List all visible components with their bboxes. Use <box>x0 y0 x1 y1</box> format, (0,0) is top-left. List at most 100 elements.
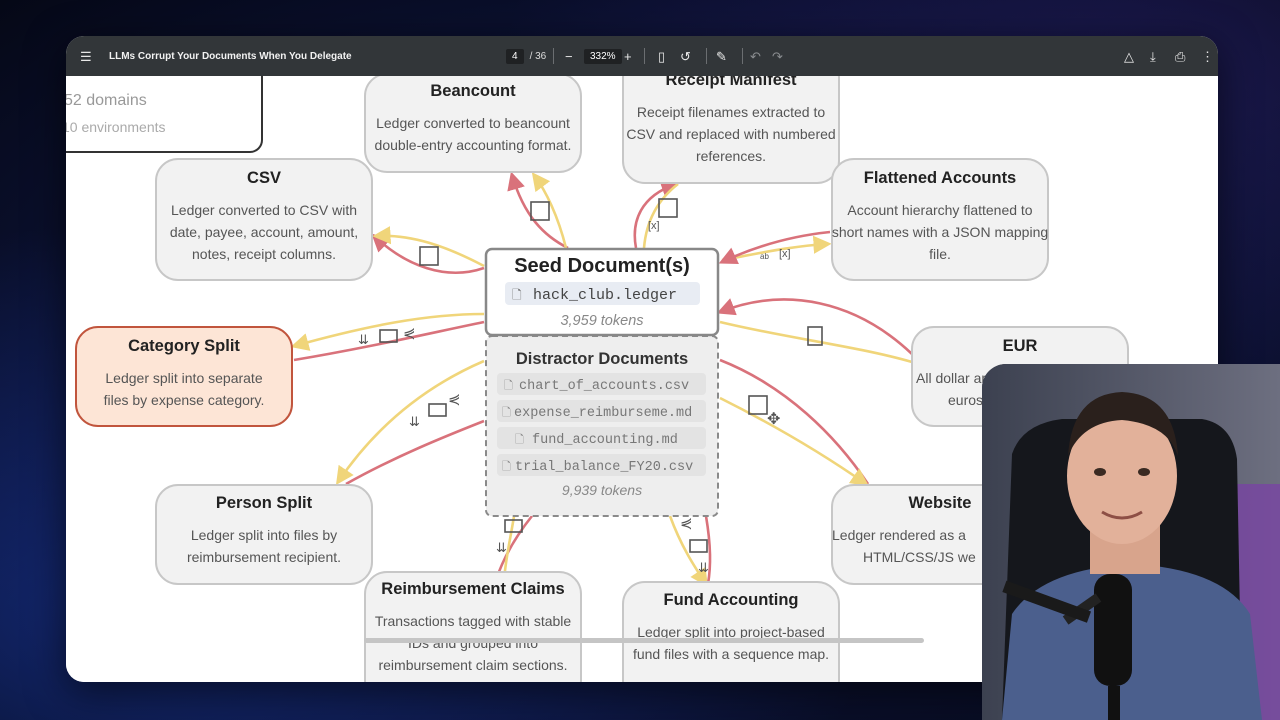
zoom-out-button[interactable]: − <box>565 36 573 76</box>
zoom-in-button[interactable]: + <box>624 36 632 76</box>
stat-domains: 52 domains <box>66 92 147 109</box>
node-title: Person Split <box>216 494 313 512</box>
seed-file: hack_club.ledger <box>533 287 677 304</box>
toolbar-divider <box>553 48 554 64</box>
node-title: CSV <box>247 169 281 187</box>
draw-button[interactable]: ✎ <box>716 36 727 76</box>
page-total: / 36 <box>529 50 547 62</box>
node-category-split: Category Split Ledger split into separat… <box>75 326 293 427</box>
split-icon: ⋞ <box>403 325 416 342</box>
file-icon: 🗋 <box>502 407 511 419</box>
fit-page-icon: ▯ <box>658 48 666 64</box>
sort-icon: ⇊ <box>409 414 420 429</box>
rotate-button[interactable]: ↺ <box>680 36 691 76</box>
edge-label-x: [x] <box>779 248 791 260</box>
node-desc-line: references. <box>696 148 766 164</box>
stats-box: 52 domains 10 environments <box>66 76 263 153</box>
split-icon: ⋞ <box>448 391 461 408</box>
plus-icon: + <box>624 48 632 64</box>
rotate-icon: ↺ <box>680 48 691 64</box>
toolbar-divider <box>706 48 707 64</box>
webcam-overlay <box>982 364 1280 720</box>
seed-document-box: Seed Document(s) 🗋 hack_club.ledger 3,95… <box>484 247 720 337</box>
node-flattened-accounts: Flattened Accounts Account hierarchy fla… <box>831 158 1049 281</box>
menu-button[interactable]: ☰ <box>80 36 92 76</box>
presenter-video <box>982 364 1280 720</box>
distractor-file: fund_accounting.md <box>532 433 678 448</box>
node-person-split: Person Split Ledger split into files by … <box>155 484 373 585</box>
move-icon: ✥ <box>767 411 780 428</box>
node-desc-line: HTML/CSS/JS we <box>863 549 976 565</box>
print-icon: ⎙ <box>1175 48 1186 64</box>
sort-icon: ⇊ <box>358 332 369 347</box>
qr-icon <box>748 395 768 415</box>
qr-icon <box>419 246 439 266</box>
distractor-file: trial_balance_FY20.csv <box>515 460 693 475</box>
distractor-file: expense_reimburseme.md <box>514 406 692 421</box>
download-button[interactable]: ⤓ <box>1150 36 1156 76</box>
node-title: Beancount <box>430 82 516 100</box>
node-desc-line: Receipt filenames extracted to <box>637 104 826 120</box>
save-to-drive-button[interactable]: △ <box>1124 36 1134 76</box>
node-title: Fund Accounting <box>663 591 798 609</box>
save-to-drive-icon: △ <box>1124 48 1134 64</box>
node-title: Category Split <box>128 337 240 355</box>
distractor-file: chart_of_accounts.csv <box>519 379 689 394</box>
node-desc-line: fund files with a sequence map. <box>633 646 829 662</box>
toolbar-divider <box>644 48 645 64</box>
node-beancount: Beancount Ledger converted to beancount … <box>364 76 582 173</box>
node-desc-line: Transactions tagged with stable <box>375 613 572 629</box>
node-desc-line: Account hierarchy flattened to <box>847 202 1032 218</box>
node-desc-line: notes, receipt columns. <box>192 246 336 262</box>
file-icon: 🗋 <box>512 288 522 302</box>
horizontal-scrollbar[interactable] <box>364 638 924 643</box>
node-desc-line: Ledger rendered as a <box>832 527 966 543</box>
seed-tokens: 3,959 tokens <box>560 313 643 329</box>
print-button[interactable]: ⎙ <box>1175 36 1185 76</box>
minus-icon: − <box>565 48 573 64</box>
file-icon: 🗋 <box>502 461 511 473</box>
table-icon <box>689 539 708 553</box>
sort-icon: ⇊ <box>698 560 709 575</box>
node-desc-line: Ledger converted to CSV with <box>171 202 357 218</box>
more-options-button[interactable]: ⋮ <box>1201 36 1214 76</box>
table-icon <box>428 403 447 417</box>
file-icon: 🗋 <box>515 434 524 446</box>
seed-title: Seed Document(s) <box>514 255 690 277</box>
node-desc-line: short names with a JSON mapping <box>832 224 1048 240</box>
node-desc-line: Ledger split into files by <box>191 527 337 543</box>
edge-label-ab: ab <box>760 252 769 261</box>
sort-icon: ⇊ <box>496 540 507 555</box>
node-csv: CSV Ledger converted to CSV with date, p… <box>155 158 373 281</box>
toolbar-divider <box>742 48 743 64</box>
node-fund-accounting: Fund Accounting Ledger split into projec… <box>622 581 840 682</box>
more-icon: ⋮ <box>1201 48 1214 64</box>
node-desc-line: euros <box>948 392 983 408</box>
node-desc-line: file. <box>929 246 951 262</box>
download-icon: ⤓ <box>1150 48 1156 64</box>
distractor-tokens: 9,939 tokens <box>562 482 642 498</box>
distractor-title: Distractor Documents <box>516 350 688 368</box>
node-desc-line: reimbursement claim sections. <box>378 657 567 673</box>
file-icon: 🗋 <box>504 380 513 392</box>
edge-label-x: [x] <box>648 220 660 232</box>
node-title: EUR <box>1003 337 1038 355</box>
zoom-level-input[interactable]: 332% <box>584 48 622 64</box>
node-title: Receipt Manifest <box>665 76 797 89</box>
menu-icon: ☰ <box>80 48 92 64</box>
redo-icon: ↷ <box>772 48 783 64</box>
qr-icon <box>530 201 550 221</box>
node-receipt-manifest: Receipt Manifest Receipt filenames extra… <box>622 76 840 184</box>
undo-button[interactable]: ↶ <box>750 36 761 76</box>
split-icon: ⋞ <box>680 515 693 532</box>
node-title: Flattened Accounts <box>864 169 1017 187</box>
pdf-toolbar: ☰ LLMs Corrupt Your Documents When You D… <box>66 36 1218 76</box>
page-number-input[interactable]: 4 <box>506 48 524 64</box>
node-desc-line: double-entry accounting format. <box>375 137 572 153</box>
redo-button[interactable]: ↷ <box>772 36 783 76</box>
node-desc-line: date, payee, account, amount, <box>170 224 358 240</box>
fit-page-button[interactable]: ▯ <box>658 36 665 76</box>
node-desc-line: Ledger converted to beancount <box>376 115 570 131</box>
stat-environments: 10 environments <box>66 119 166 135</box>
node-desc-line: reimbursement recipient. <box>187 549 341 565</box>
